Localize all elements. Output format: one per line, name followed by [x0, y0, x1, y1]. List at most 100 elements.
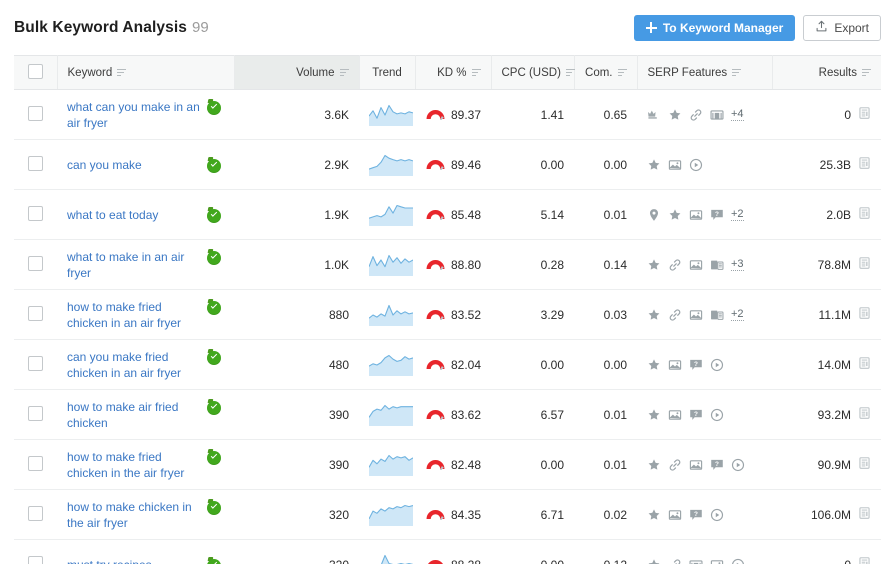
sort-icon-results[interactable]	[862, 68, 871, 77]
star-icon[interactable]	[668, 208, 682, 222]
serp-more-link[interactable]: +4	[731, 108, 744, 121]
row-checkbox[interactable]	[28, 305, 43, 321]
results-doc-icon[interactable]	[858, 456, 871, 473]
video-icon[interactable]	[710, 358, 724, 372]
star-icon[interactable]	[647, 408, 661, 422]
table-row[interactable]: can you make 2.9K 89.46 0.00 0.00 25.3B	[14, 139, 881, 190]
results-doc-icon[interactable]	[858, 256, 871, 273]
video-icon[interactable]	[689, 158, 703, 172]
link-icon[interactable]	[689, 108, 703, 122]
column-header-volume[interactable]: Volume	[234, 55, 360, 90]
link-icon[interactable]	[668, 458, 682, 472]
keyword-link[interactable]: how to make fried chicken in the air fry…	[67, 449, 201, 481]
sort-icon-volume[interactable]	[339, 68, 349, 77]
star-icon[interactable]	[647, 508, 661, 522]
column-header-cpc[interactable]: CPC (USD)	[491, 55, 575, 90]
serp-more-link[interactable]: +2	[731, 208, 744, 221]
star-icon[interactable]	[647, 458, 661, 472]
column-header-com[interactable]: Com.	[574, 55, 638, 90]
keyword-link[interactable]: what can you make in an air fryer	[67, 99, 201, 131]
row-checkbox[interactable]	[28, 155, 43, 171]
table-row[interactable]: can you make fried chicken in an air fry…	[14, 339, 881, 390]
image-icon[interactable]	[668, 358, 682, 372]
results-doc-icon[interactable]	[858, 156, 871, 173]
question-icon[interactable]: ?	[710, 458, 724, 472]
keyword-link[interactable]: must try recipes	[67, 557, 152, 564]
results-doc-icon[interactable]	[858, 106, 871, 123]
row-checkbox[interactable]	[28, 455, 43, 471]
question-icon[interactable]: ?	[689, 358, 703, 372]
image-icon[interactable]	[689, 308, 703, 322]
row-checkbox[interactable]	[28, 105, 43, 121]
table-row[interactable]: what to make in an air fryer 1.0K 88.80 0.2…	[14, 239, 881, 290]
keyword-link[interactable]: how to make chicken in the air fryer	[67, 499, 201, 531]
star-icon[interactable]	[647, 558, 661, 564]
video-icon[interactable]	[731, 558, 745, 564]
link-icon[interactable]	[668, 558, 682, 564]
image-icon[interactable]	[689, 458, 703, 472]
image-icon[interactable]	[668, 158, 682, 172]
table-row[interactable]: must try recipes 320 88.28 0.000.12 0	[14, 539, 881, 564]
row-checkbox[interactable]	[28, 205, 43, 221]
serp-more-link[interactable]: +2	[731, 308, 744, 321]
keyword-link[interactable]: what to make in an air fryer	[67, 249, 201, 281]
location-icon[interactable]	[647, 208, 661, 222]
sort-icon-kd[interactable]	[471, 68, 481, 77]
row-checkbox[interactable]	[28, 555, 43, 564]
keyword-link[interactable]: how to make fried chicken in an air frye…	[67, 299, 201, 331]
table-row[interactable]: what to eat today 1.9K 85.48 5.14 0.01? +2 2.0…	[14, 189, 881, 240]
results-doc-icon[interactable]	[858, 506, 871, 523]
sort-icon-keyword[interactable]	[117, 68, 127, 77]
star-icon[interactable]	[647, 258, 661, 272]
keyword-link[interactable]: can you make fried chicken in an air fry…	[67, 349, 201, 381]
select-all-checkbox[interactable]	[27, 63, 43, 79]
carousel-icon[interactable]	[689, 558, 703, 564]
column-header-keyword[interactable]: Keyword	[57, 55, 235, 90]
keyword-link[interactable]: how to make air fried chicken	[67, 399, 201, 431]
results-doc-icon[interactable]	[858, 406, 871, 423]
row-checkbox[interactable]	[28, 405, 43, 421]
to-keyword-manager-button[interactable]: To Keyword Manager	[633, 14, 796, 41]
star-icon[interactable]	[668, 108, 682, 122]
results-doc-icon[interactable]	[858, 306, 871, 323]
row-checkbox[interactable]	[28, 255, 43, 271]
crown-icon[interactable]	[647, 108, 661, 122]
link-icon[interactable]	[668, 258, 682, 272]
image-icon[interactable]	[668, 408, 682, 422]
results-doc-icon[interactable]	[858, 356, 871, 373]
column-header-results[interactable]: Results	[772, 55, 881, 90]
image-icon[interactable]	[668, 508, 682, 522]
video-icon[interactable]	[710, 508, 724, 522]
column-header-serp-features[interactable]: SERP Features	[637, 55, 773, 90]
sort-icon-serp-features[interactable]	[732, 68, 742, 77]
table-row[interactable]: how to make chicken in the air fryer 320 8…	[14, 489, 881, 540]
image-icon[interactable]	[710, 558, 724, 564]
sort-icon-com[interactable]	[617, 68, 627, 77]
question-icon[interactable]: ?	[689, 408, 703, 422]
table-row[interactable]: how to make air fried chicken 390 83.62 6.5…	[14, 389, 881, 440]
star-icon[interactable]	[647, 158, 661, 172]
row-checkbox[interactable]	[28, 505, 43, 521]
video-icon[interactable]	[710, 408, 724, 422]
results-doc-icon[interactable]	[858, 206, 871, 223]
image-icon[interactable]	[689, 208, 703, 222]
question-icon[interactable]: ?	[689, 508, 703, 522]
table-row[interactable]: what can you make in an air fryer 3.6K 89.…	[14, 89, 881, 140]
export-button[interactable]: Export	[803, 14, 881, 41]
table-row[interactable]: how to make fried chicken in the air fry…	[14, 439, 881, 490]
image-icon[interactable]	[689, 258, 703, 272]
row-checkbox[interactable]	[28, 355, 43, 371]
column-header-kd[interactable]: KD %	[415, 55, 492, 90]
carousel-icon[interactable]	[710, 108, 724, 122]
results-doc-icon[interactable]	[858, 556, 871, 564]
table-row[interactable]: how to make fried chicken in an air frye…	[14, 289, 881, 340]
star-icon[interactable]	[647, 358, 661, 372]
star-icon[interactable]	[647, 308, 661, 322]
keyword-link[interactable]: can you make	[67, 157, 142, 173]
news-icon[interactable]	[710, 258, 724, 272]
link-icon[interactable]	[668, 308, 682, 322]
keyword-link[interactable]: what to eat today	[67, 207, 158, 223]
news-icon[interactable]	[710, 308, 724, 322]
sort-icon-cpc[interactable]	[565, 68, 575, 77]
question-icon[interactable]: ?	[710, 208, 724, 222]
